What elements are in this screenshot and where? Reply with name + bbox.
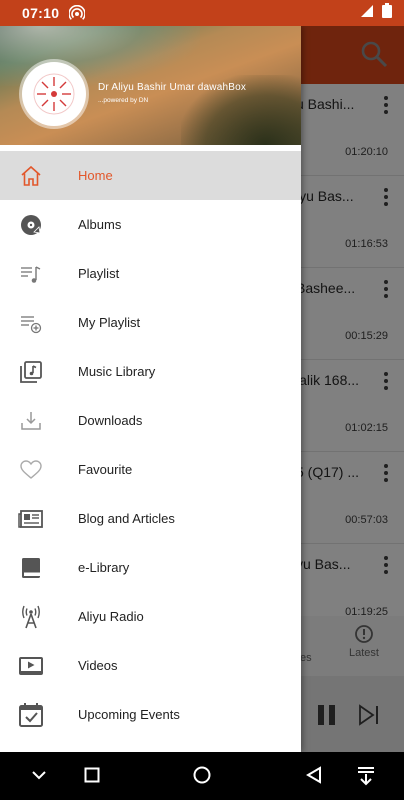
drawer-header: Dr Aliyu Bashir Umar dawahBox ...powered… [0,26,301,145]
menu-item-e-library[interactable]: e-Library [0,543,301,592]
drawer-title: Dr Aliyu Bashir Umar dawahBox [98,82,247,93]
heart-icon [18,457,44,483]
menu-item-label: Downloads [78,413,143,428]
book-icon [18,555,44,581]
menu-item-label: Favourite [78,462,133,477]
menu-item-label: e-Library [78,560,130,575]
menu-item-label: Videos [78,658,118,673]
drawer-menu: Home Albums Playlist My Playlist Music L… [0,151,301,739]
drawer-subtitle: ...powered by DN [98,97,149,104]
app-logo [22,62,86,126]
menu-item-playlist[interactable]: Playlist [0,249,301,298]
newspaper-icon [18,506,44,532]
music-library-icon [18,359,44,385]
hotspot-icon [69,5,86,21]
menu-item-my-playlist[interactable]: My Playlist [0,298,301,347]
menu-item-label: My Playlist [78,315,141,330]
album-disc-icon [18,212,44,238]
menu-item-home[interactable]: Home [0,151,301,200]
chevron-down-icon[interactable] [30,766,48,789]
battery-icon [382,3,392,23]
menu-item-label: Albums [78,217,122,232]
menu-item-label: Music Library [78,364,156,379]
menu-item-label: Upcoming Events [78,707,180,722]
playlist-add-icon [18,310,44,336]
menu-item-favourite[interactable]: Favourite [0,445,301,494]
menu-item-music-library[interactable]: Music Library [0,347,301,396]
status-time: 07:10 [22,5,60,21]
home-icon [18,163,44,189]
menu-item-label: Playlist [78,266,120,281]
menu-item-radio[interactable]: Aliyu Radio [0,592,301,641]
signal-icon [360,4,374,23]
calendar-check-icon [18,702,44,728]
navigation-drawer: Dr Aliyu Bashir Umar dawahBox ...powered… [0,26,301,752]
home-circle-icon[interactable] [192,766,212,791]
notification-pull-down-icon[interactable] [356,766,376,791]
menu-item-albums[interactable]: Albums [0,200,301,249]
menu-item-videos[interactable]: Videos [0,641,301,690]
recents-square-icon[interactable] [83,766,101,789]
radio-tower-icon [18,604,44,630]
menu-item-downloads[interactable]: Downloads [0,396,301,445]
back-triangle-icon[interactable] [305,766,323,789]
menu-item-label: Aliyu Radio [78,609,144,624]
menu-item-label: Blog and Articles [78,511,175,526]
video-icon [18,653,44,679]
menu-item-blog[interactable]: Blog and Articles [0,494,301,543]
menu-item-label: Home [78,168,113,183]
system-nav-bar [0,752,404,800]
playlist-icon [18,261,44,287]
status-bar: 07:10 [0,0,404,26]
menu-item-upcoming-events[interactable]: Upcoming Events [0,690,301,739]
download-icon [18,408,44,434]
